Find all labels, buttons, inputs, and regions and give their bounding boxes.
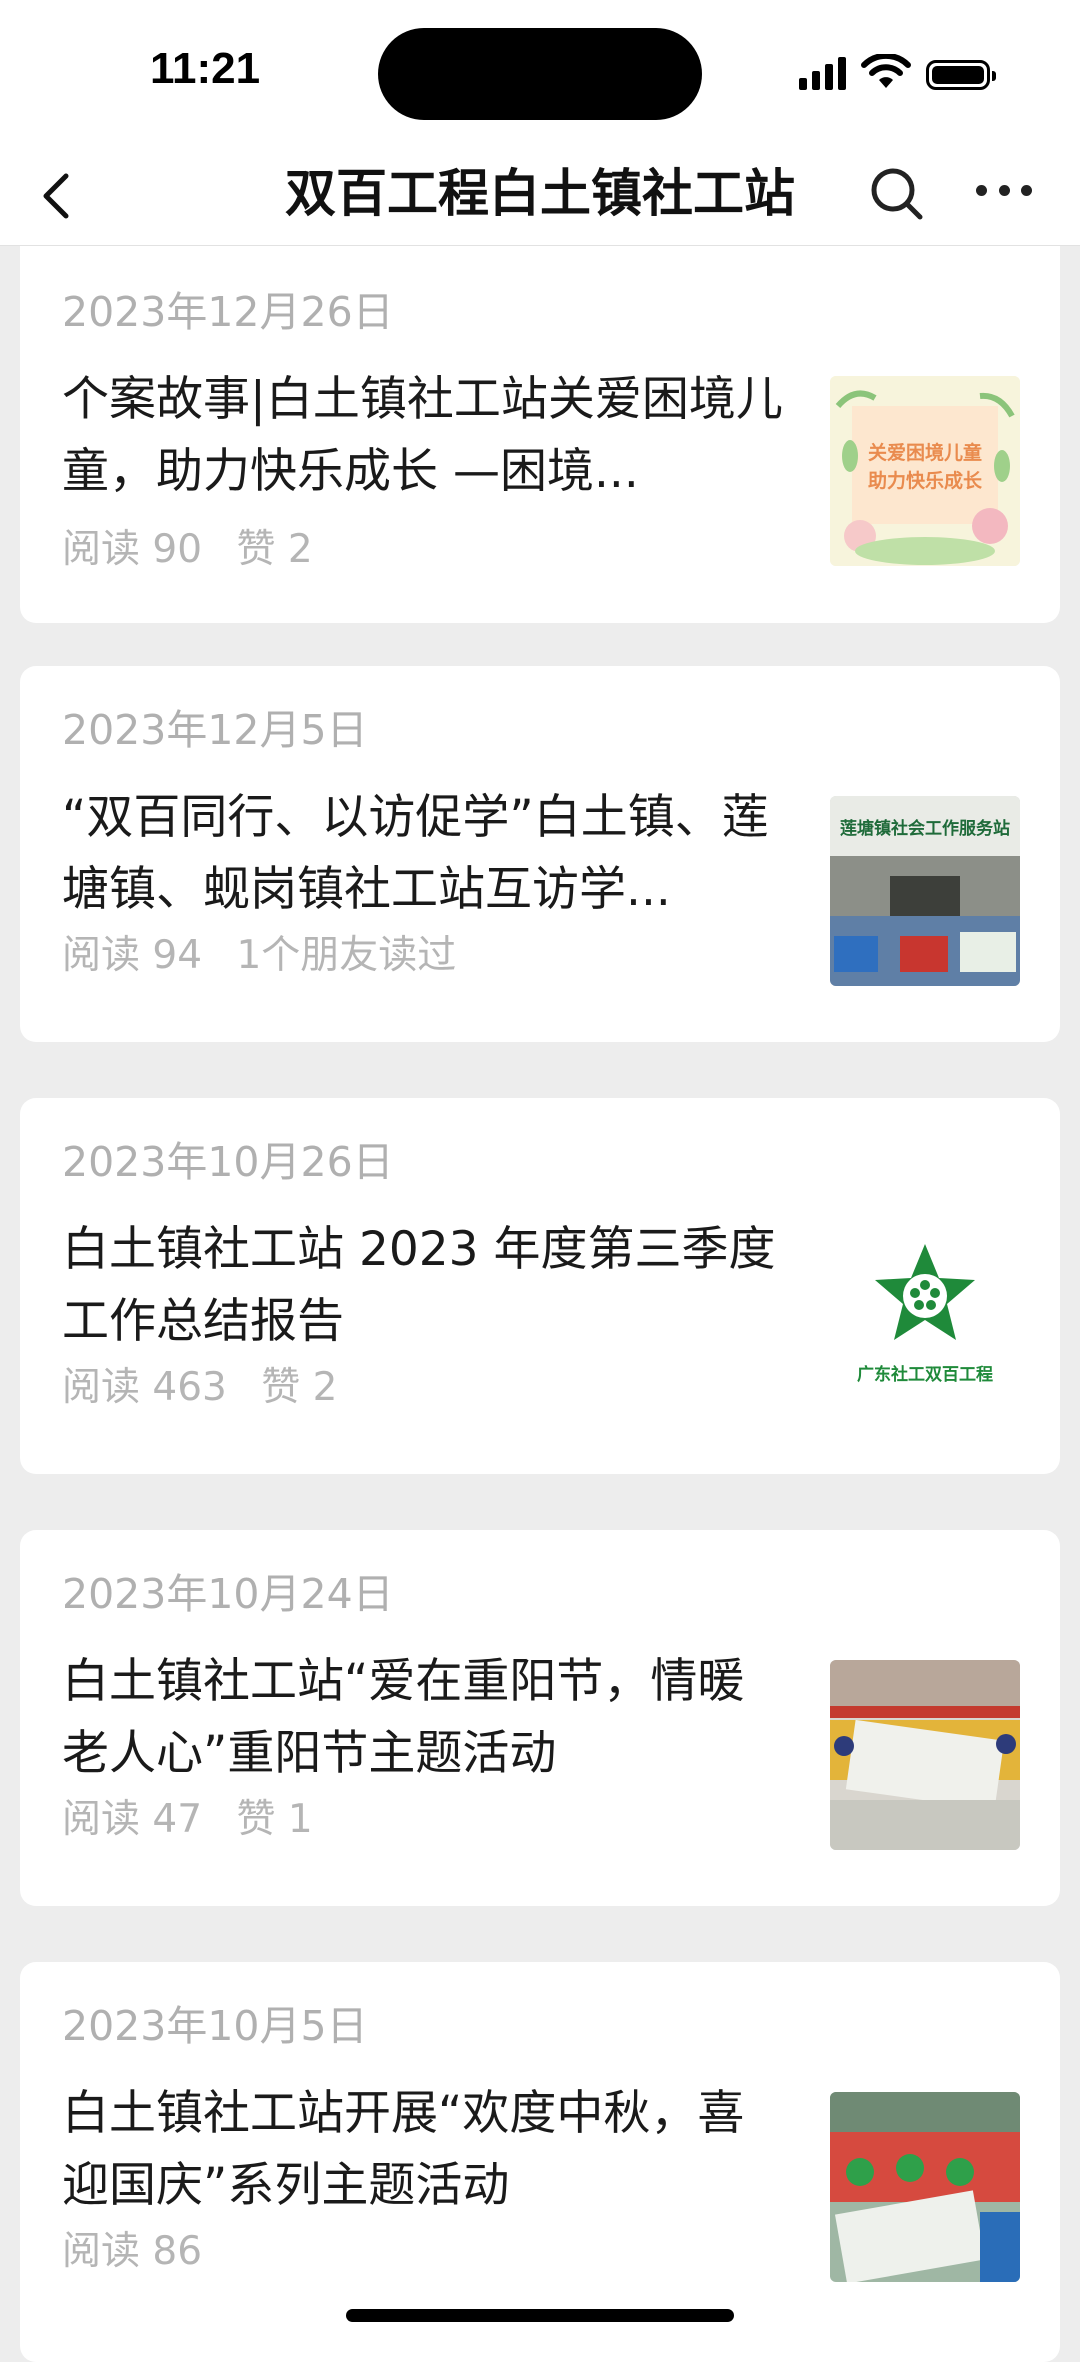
like-count: 赞 2 [236, 527, 313, 572]
article-meta: 阅读 47 赞 1 [62, 1788, 335, 1844]
read-count: 阅读 94 [62, 933, 203, 978]
more-options-icon[interactable] [976, 182, 1032, 198]
article-thumbnail[interactable]: 莲塘镇社会工作服务站 [830, 796, 1020, 986]
logo-caption: 广东社工双百工程 [857, 1365, 993, 1385]
home-indicator[interactable] [346, 2309, 734, 2322]
thumbnail-caption: 关爱困境儿童 [867, 442, 982, 464]
search-icon[interactable] [868, 162, 926, 226]
nav-bar: 双百工程白土镇社工站 [0, 150, 1080, 246]
read-count: 阅读 47 [62, 1797, 203, 1842]
article-title[interactable]: 白土镇社工站 2023 年度第三季度工作总结报告 [62, 1214, 788, 1358]
article-date: 2023年12月26日 [62, 288, 394, 336]
article-date: 2023年10月24日 [62, 1570, 394, 1618]
article-meta: 阅读 86 [62, 2220, 224, 2276]
thumbnail-caption: 莲塘镇社会工作服务站 [840, 819, 1010, 839]
thumbnail-festival-photo [830, 2092, 1020, 2282]
article-card[interactable]: 2023年10月24日 白土镇社工站“爱在重阳节，情暖老人心”重阳节主题活动 阅… [20, 1530, 1060, 1906]
read-count: 阅读 90 [62, 527, 203, 572]
article-title[interactable]: “双百同行、以访促学”白土镇、莲塘镇、蚬岗镇社工站互访学... [62, 782, 788, 926]
article-thumbnail[interactable] [830, 1660, 1020, 1850]
article-card[interactable]: 2023年12月5日 “双百同行、以访促学”白土镇、莲塘镇、蚬岗镇社工站互访学.… [20, 666, 1060, 1042]
article-thumbnail[interactable]: 广东社工双百工程 [830, 1228, 1020, 1418]
article-thumbnail[interactable] [830, 2092, 1020, 2282]
wifi-icon [861, 54, 911, 88]
thumbnail-caption: 助力快乐成长 [867, 470, 982, 492]
read-count: 阅读 86 [62, 2229, 203, 2274]
status-bar: 11:21 [0, 0, 1080, 150]
article-title[interactable]: 个案故事|白土镇社工站关爱困境儿童，助力快乐成长 —困境... [62, 364, 788, 508]
article-meta: 阅读 90 赞 2 [62, 518, 335, 574]
dynamic-island [378, 28, 702, 120]
article-meta: 阅读 463 赞 2 [62, 1356, 359, 1412]
article-meta: 阅读 94 1个朋友读过 [62, 924, 478, 980]
friends-read: 1个朋友读过 [236, 933, 457, 978]
read-count: 阅读 463 [62, 1365, 227, 1410]
article-title[interactable]: 白土镇社工站开展“欢度中秋，喜迎国庆”系列主题活动 [62, 2078, 788, 2222]
article-card[interactable]: 2023年12月26日 个案故事|白土镇社工站关爱困境儿童，助力快乐成长 —困境… [20, 246, 1060, 623]
thumbnail-event-photo [830, 1660, 1020, 1850]
flower-logo-icon [875, 1244, 975, 1340]
status-icons [799, 54, 996, 90]
article-date: 2023年10月26日 [62, 1138, 394, 1186]
article-card[interactable]: 2023年10月26日 白土镇社工站 2023 年度第三季度工作总结报告 阅读 … [20, 1098, 1060, 1474]
article-date: 2023年10月5日 [62, 2002, 368, 2050]
like-count: 赞 1 [236, 1797, 313, 1842]
battery-icon [926, 60, 996, 90]
article-title[interactable]: 白土镇社工站“爱在重阳节，情暖老人心”重阳节主题活动 [62, 1646, 788, 1790]
article-date: 2023年12月5日 [62, 706, 368, 754]
like-count: 赞 2 [261, 1365, 338, 1410]
cellular-signal-icon [799, 56, 846, 90]
article-thumbnail[interactable]: 关爱困境儿童 助力快乐成长 [830, 376, 1020, 566]
article-card[interactable]: 2023年10月5日 白土镇社工站开展“欢度中秋，喜迎国庆”系列主题活动 阅读 … [20, 1962, 1060, 2362]
status-time: 11:21 [150, 44, 261, 93]
